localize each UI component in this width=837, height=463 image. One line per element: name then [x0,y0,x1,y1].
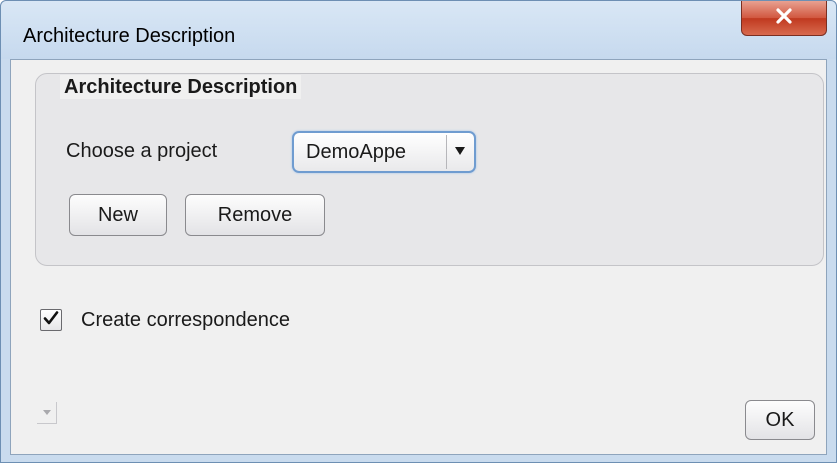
close-icon [774,6,794,31]
collapse-toggle[interactable] [37,402,57,424]
remove-button[interactable]: Remove [185,194,325,236]
dialog-content: Architecture Description Choose a projec… [10,59,827,455]
triangle-down-icon [454,143,466,161]
window-title: Architecture Description [23,25,236,47]
new-button[interactable]: New [69,194,167,236]
dialog-window: Architecture Description Architecture De… [0,0,837,463]
ok-button[interactable]: OK [745,400,815,440]
create-correspondence-checkbox[interactable] [40,309,62,331]
small-down-arrow-icon [42,404,52,422]
choose-project-label: Choose a project [66,140,218,162]
group-title: Architecture Description [60,75,302,99]
checkmark-icon [43,310,59,331]
project-select[interactable]: DemoAppe [292,131,476,173]
project-select-value: DemoAppe [306,141,407,163]
architecture-description-group: Architecture Description Choose a projec… [35,73,824,266]
create-correspondence-label[interactable]: Create correspondence [81,309,290,332]
close-button[interactable] [741,1,827,36]
project-select-dropdown-button[interactable] [446,135,472,169]
title-bar[interactable]: Architecture Description [1,1,836,59]
